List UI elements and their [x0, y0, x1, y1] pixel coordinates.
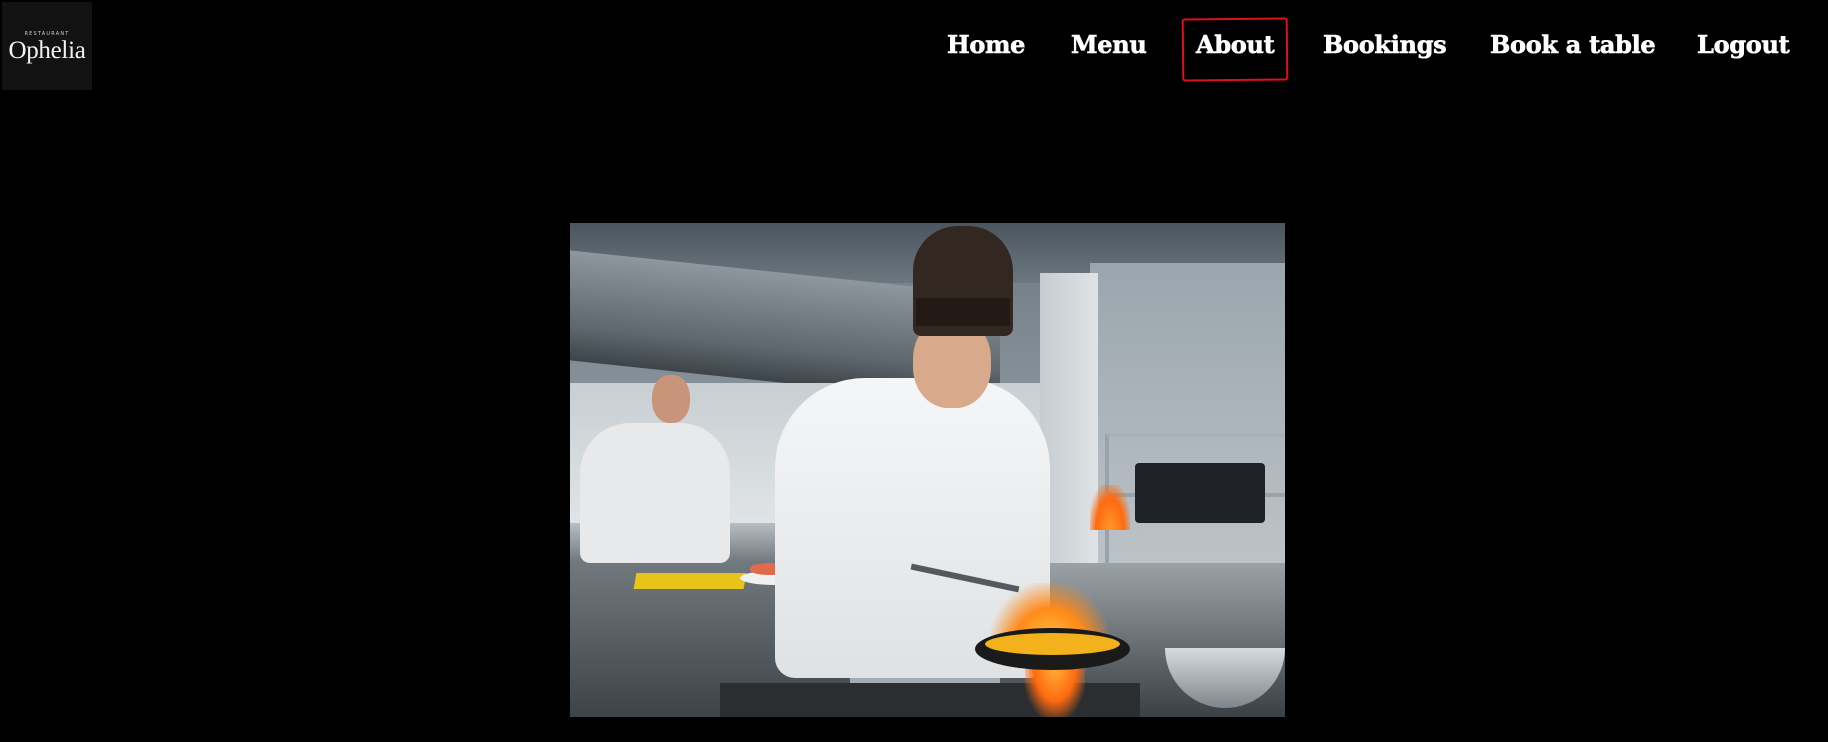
logo-name: Ophelia [8, 37, 86, 64]
nav-bookings-link[interactable]: Bookings [1323, 24, 1447, 66]
background-chef [580, 423, 730, 563]
chef-hat-band [916, 298, 1010, 326]
hero-image-chef-cooking [570, 223, 1285, 717]
nav-about-link[interactable]: About [1196, 24, 1275, 66]
page: RESTAURANT Ophelia Home Menu About Booki… [0, 0, 1828, 742]
nav-book-a-table-link[interactable]: Book a table [1490, 24, 1656, 66]
shelf-equipment [1135, 463, 1265, 523]
pan-contents [985, 633, 1120, 655]
nav-menu-link[interactable]: Menu [1071, 24, 1147, 66]
restaurant-logo[interactable]: RESTAURANT Ophelia [2, 2, 92, 90]
cutting-board [633, 573, 747, 589]
background-chef-head [652, 375, 690, 423]
background-flame [1090, 485, 1130, 530]
burner-flame [1025, 663, 1085, 717]
nav-logout-link[interactable]: Logout [1697, 24, 1790, 66]
nav-home-link[interactable]: Home [947, 24, 1026, 66]
